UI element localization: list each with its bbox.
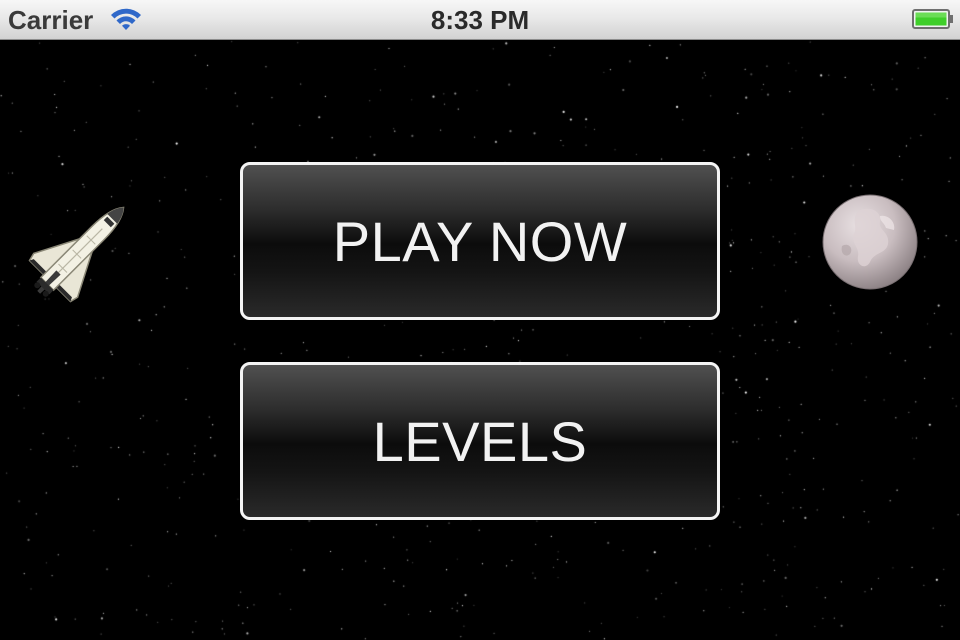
starfield-background xyxy=(0,40,960,640)
levels-button[interactable]: LEVELS xyxy=(240,362,720,520)
game-screen: Carrier 8:33 PM PLAY NOW LEVELS xyxy=(0,0,960,640)
play-now-label: PLAY NOW xyxy=(332,209,628,273)
levels-label: LEVELS xyxy=(372,409,588,473)
play-now-button[interactable]: PLAY NOW xyxy=(240,162,720,320)
battery-icon xyxy=(912,9,953,29)
status-time: 8:33 PM xyxy=(430,5,530,35)
space-shuttle-icon xyxy=(28,206,125,303)
status-bar: Carrier 8:33 PM xyxy=(0,0,960,40)
moon-icon xyxy=(822,194,918,290)
